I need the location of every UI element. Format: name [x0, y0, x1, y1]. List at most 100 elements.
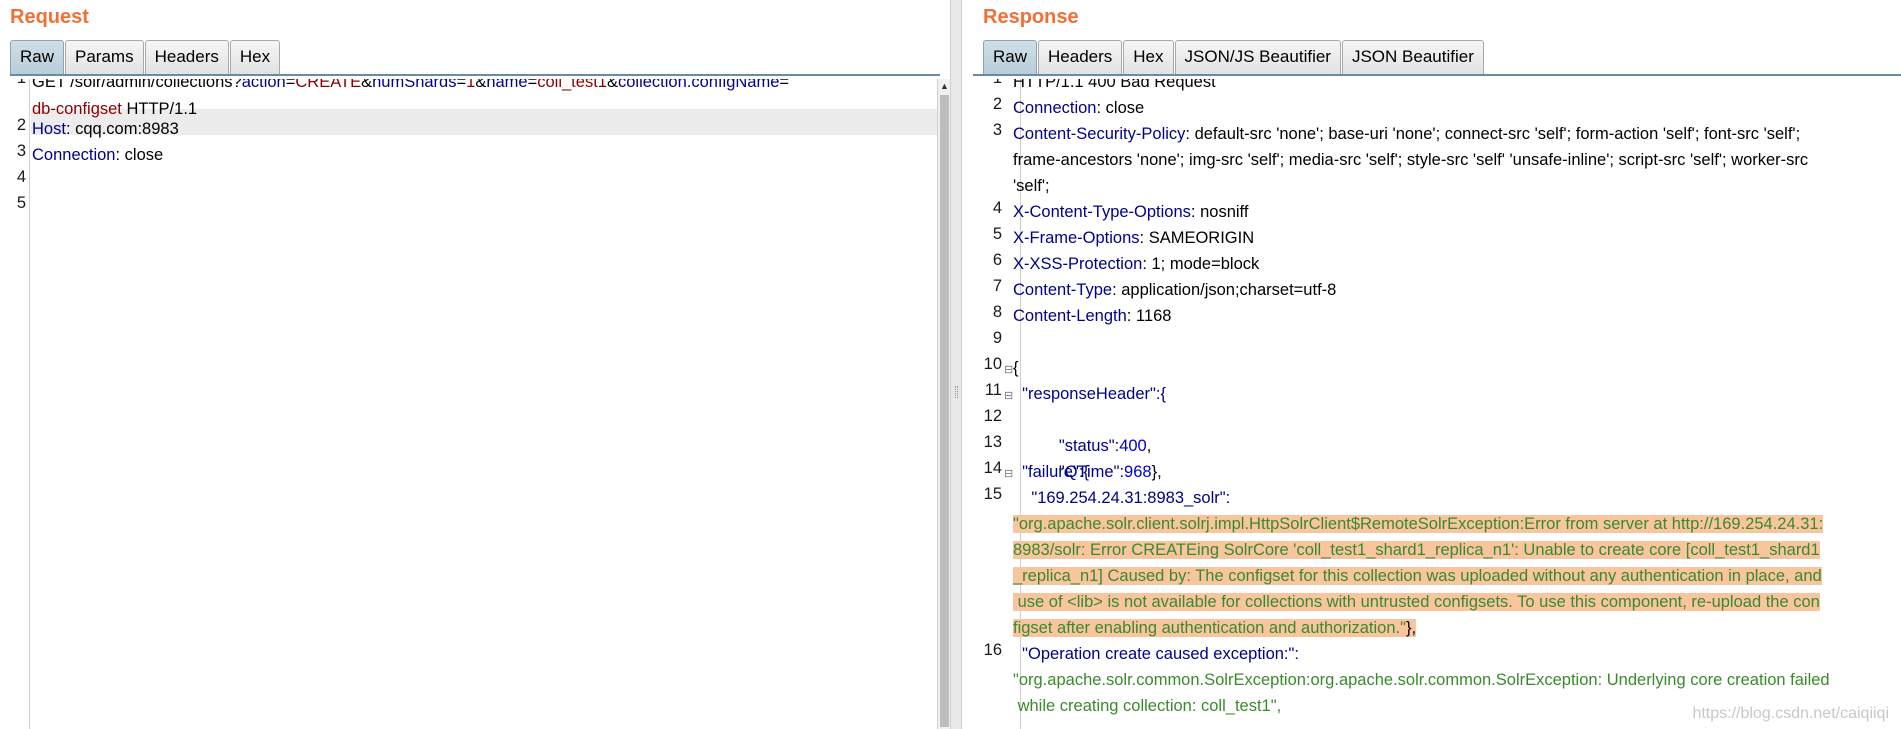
- fold-toggle-icon[interactable]: ⊟: [1004, 467, 1013, 480]
- line-number: 1: [0, 79, 26, 88]
- line-number: 1: [972, 79, 1002, 88]
- tab-hex[interactable]: Hex: [1123, 40, 1174, 74]
- failure-message-line: 8983/solr: Error CREATEing SolrCore 'col…: [1013, 537, 1820, 563]
- response-header-line: Content-Type: application/json;charset=u…: [1013, 277, 1336, 303]
- line-number: 12: [983, 407, 1002, 425]
- line-number: 3: [16, 142, 26, 160]
- line-number: 5: [16, 194, 26, 212]
- param-key: numShards: [372, 79, 457, 91]
- response-header-line-wrap: frame-ancestors 'none'; img-src 'self'; …: [1013, 151, 1809, 169]
- param-amp: &: [475, 79, 487, 91]
- response-header-line: Connection: close: [1013, 95, 1144, 121]
- scroll-up-arrow-icon[interactable]: ▲: [940, 81, 949, 91]
- response-header-line: Content-Security-Policy: default-src 'no…: [1013, 121, 1800, 147]
- highlighted-string: use of <lib> is not available for collec…: [1013, 593, 1820, 611]
- tab-headers[interactable]: Headers: [1038, 40, 1123, 74]
- param-amp: &: [606, 79, 618, 91]
- json-punct: },: [1405, 619, 1417, 637]
- param-value: coll_test1: [537, 79, 607, 91]
- response-header-line: Content-Length: 1168: [1013, 303, 1171, 329]
- header-key: Connection: [32, 146, 116, 164]
- response-title: Response: [983, 6, 1079, 28]
- header-sep: :: [65, 120, 76, 138]
- response-pane: Response Raw Headers Hex JSON/JS Beautif…: [962, 0, 1901, 729]
- header-key: Content-Type: [1013, 281, 1113, 299]
- tab-params[interactable]: Params: [65, 40, 144, 74]
- highlighted-string: figset after enabling authentication and…: [1013, 619, 1406, 637]
- json-key: "responseHeader":{: [1013, 385, 1166, 403]
- line-number: 2: [992, 95, 1002, 113]
- param-eq: =: [456, 79, 467, 91]
- param-key: name: [486, 79, 528, 91]
- line-number: 3: [992, 121, 1002, 139]
- response-header-line: X-Frame-Options: SAMEORIGIN: [1013, 225, 1254, 251]
- line-number: 4: [992, 199, 1002, 217]
- header-key: Content-Length: [1013, 307, 1127, 325]
- json-line: "status":400,: [1013, 407, 1151, 455]
- request-pane: Request Raw Params Headers Hex 1 2 3 4 5…: [0, 0, 950, 729]
- highlighted-string: 8983/solr: Error CREATEing SolrCore 'col…: [1013, 541, 1820, 559]
- header-key: X-XSS-Protection: [1013, 255, 1143, 273]
- request-line-1: GET /solr/admin/collections?action=CREAT…: [32, 79, 789, 95]
- tab-headers[interactable]: Headers: [144, 40, 229, 74]
- tab-hex[interactable]: Hex: [229, 40, 281, 74]
- pane-splitter[interactable]: [950, 0, 962, 729]
- param-eq: =: [285, 79, 296, 91]
- header-value: : application/json;charset=utf-8: [1112, 281, 1337, 299]
- failure-message-line: use of <lib> is not available for collec…: [1013, 589, 1820, 615]
- header-value: : default-src 'none'; base-uri 'none'; c…: [1185, 125, 1801, 143]
- tab-json-js-beautifier[interactable]: JSON/JS Beautifier: [1174, 40, 1341, 74]
- header-key: X-Frame-Options: [1013, 229, 1140, 247]
- failure-message-line: _replica_n1] Caused by: The configset fo…: [1013, 563, 1822, 589]
- header-value: : 1; mode=block: [1142, 255, 1260, 273]
- splitter-grip-icon[interactable]: [955, 386, 958, 398]
- failure-message-line: "org.apache.solr.client.solrj.impl.HttpS…: [1013, 511, 1824, 537]
- line-number: 4: [16, 168, 26, 186]
- line-number: 13: [983, 433, 1002, 451]
- json-key: "169.254.24.31:8983_solr":: [1013, 489, 1231, 507]
- header-value: cqq.com:8983: [75, 120, 179, 138]
- tab-underline: [10, 74, 940, 76]
- line-number: 15: [983, 485, 1002, 503]
- param-key: collection.configName: [617, 79, 780, 91]
- request-editor[interactable]: 1 2 3 4 5 GET /solr/admin/collections?ac…: [0, 79, 937, 729]
- response-header-line: X-XSS-Protection: 1; mode=block: [1013, 251, 1259, 277]
- fold-toggle-icon[interactable]: ⊟: [1004, 389, 1013, 402]
- json-key: "failure":{: [1013, 463, 1089, 481]
- header-value: : SAMEORIGIN: [1139, 229, 1255, 247]
- operation-message-line: while creating collection: coll_test1",: [1013, 697, 1282, 715]
- tab-raw[interactable]: Raw: [10, 40, 65, 74]
- request-tabs: Raw Params Headers Hex: [10, 40, 281, 75]
- response-editor[interactable]: 1 2 3 4 5 6 7 8 9 10 11 12 13 14 15 16 ⊟…: [962, 79, 1901, 729]
- json-punct: },: [1151, 463, 1162, 481]
- fold-toggle-icon[interactable]: ⊟: [1004, 363, 1013, 376]
- line-number: 16: [983, 641, 1002, 659]
- failure-message-line: figset after enabling authentication and…: [1013, 615, 1417, 641]
- line-number: 8: [992, 303, 1002, 321]
- param-eq: =: [527, 79, 538, 91]
- scroll-thumb[interactable]: [940, 95, 949, 727]
- param-amp: &: [361, 79, 373, 91]
- param-eq: =: [779, 79, 790, 91]
- line-number: 11: [984, 381, 1002, 399]
- tab-raw[interactable]: Raw: [983, 40, 1038, 74]
- param-key: action: [241, 79, 286, 91]
- highlighted-string: _replica_n1] Caused by: The configset fo…: [1013, 567, 1822, 585]
- header-key: Connection: [1013, 99, 1097, 117]
- tab-json-beautifier[interactable]: JSON Beautifier: [1341, 40, 1484, 74]
- line-number: 6: [992, 251, 1002, 269]
- header-key: Content-Security-Policy: [1013, 125, 1186, 143]
- response-tabs: Raw Headers Hex JSON/JS Beautifier JSON …: [983, 40, 1485, 75]
- tab-underline: [973, 74, 1901, 76]
- line-number: 14: [983, 459, 1002, 477]
- json-open-brace: {: [1013, 359, 1019, 377]
- request-method-path: GET /solr/admin/collections?: [32, 79, 242, 91]
- line-number: 9: [992, 329, 1002, 347]
- json-line: "QTime":968},: [1013, 433, 1162, 481]
- header-value: close: [124, 146, 164, 164]
- header-value: : close: [1096, 99, 1145, 117]
- header-key: Host: [32, 120, 66, 138]
- response-header-line-wrap: 'self';: [1013, 177, 1050, 195]
- response-header-line: X-Content-Type-Options: nosniff: [1013, 199, 1248, 225]
- request-scrollbar[interactable]: ▲: [937, 79, 950, 729]
